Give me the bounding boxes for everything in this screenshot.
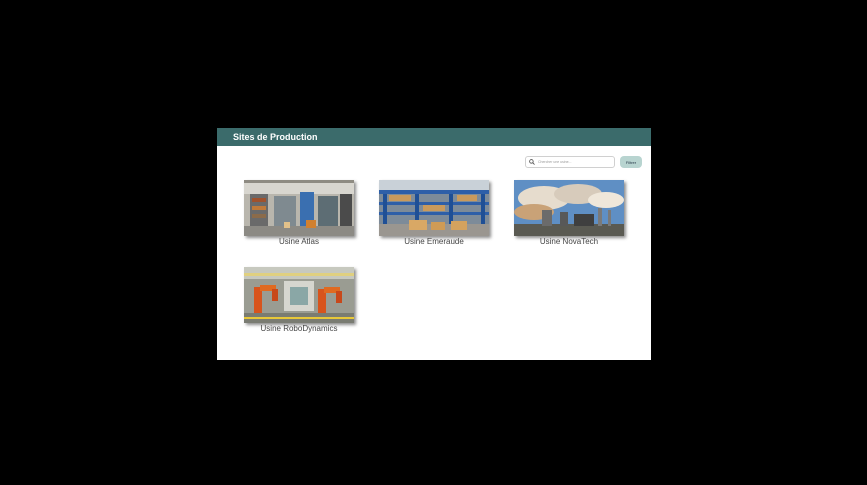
site-card-atlas[interactable]: Usine Atlas [244, 180, 354, 247]
site-card-novatech[interactable]: Usine NovaTech [514, 180, 624, 247]
search-box[interactable] [525, 156, 615, 168]
toolbar: Filtrer [525, 156, 642, 168]
site-name: Usine NovaTech [539, 237, 599, 246]
site-image-emeraude [379, 180, 489, 236]
filter-button[interactable]: Filtrer [620, 156, 642, 168]
site-image-novatech [514, 180, 624, 236]
page-title: Sites de Production [233, 132, 318, 142]
site-image-robodynamics [244, 267, 354, 323]
search-input[interactable] [536, 158, 612, 166]
site-image-atlas [244, 180, 354, 236]
site-name: Usine RoboDynamics [260, 324, 338, 333]
site-card-robodynamics[interactable]: Usine RoboDynamics [244, 267, 354, 334]
site-name: Usine Emeraude [404, 237, 464, 246]
production-sites-panel: Sites de Production Filtrer [217, 128, 651, 360]
site-name: Usine Atlas [278, 237, 320, 246]
panel-header: Sites de Production [217, 128, 651, 146]
search-icon [528, 158, 536, 166]
site-card-emeraude[interactable]: Usine Emeraude [379, 180, 489, 247]
